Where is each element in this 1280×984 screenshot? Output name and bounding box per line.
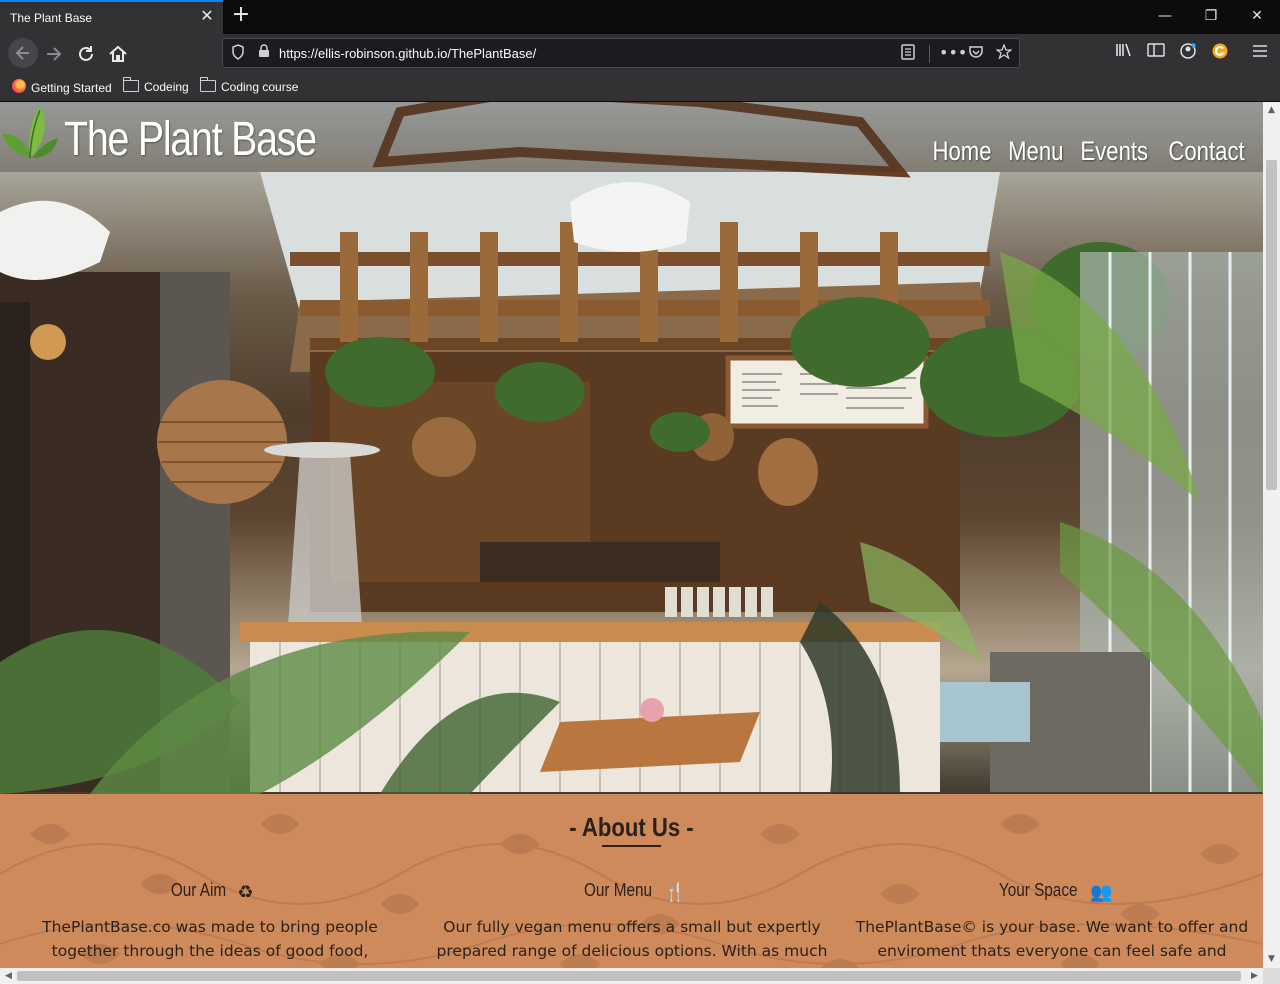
restore-icon[interactable]: ❐ <box>1201 6 1221 26</box>
vertical-scrollbar[interactable]: ▲ ▼ <box>1263 102 1280 968</box>
hero-cafe-image: The Plant Base Home Menu Events Contact <box>0 102 1263 794</box>
nav-link-home[interactable]: Home <box>932 136 991 167</box>
leaf-logo-icon[interactable] <box>0 102 58 160</box>
reload-icon <box>79 46 93 61</box>
shield-icon[interactable] <box>229 44 247 62</box>
menu-hamburger-icon[interactable] <box>1249 42 1271 64</box>
nav-toolbar: https://ellis-robinson.github.io/ThePlan… <box>0 34 1280 72</box>
horizontal-scrollbar[interactable]: ◀ ▶ <box>0 968 1263 984</box>
nav-link-events[interactable]: Events <box>1081 136 1149 167</box>
heading-underline <box>602 845 661 847</box>
back-arrow-icon <box>15 46 29 60</box>
reader-view-icon[interactable] <box>899 44 917 62</box>
page-viewport: The Plant Base Home Menu Events Contact <box>0 102 1263 968</box>
library-icon[interactable] <box>1113 42 1135 64</box>
account-icon[interactable] <box>1177 42 1199 64</box>
vertical-scroll-thumb[interactable] <box>1266 160 1277 490</box>
folder-icon <box>122 77 139 92</box>
extension-icon[interactable] <box>1209 42 1231 64</box>
bookmark-star-icon[interactable] <box>995 43 1013 62</box>
bookmark-label: Coding course <box>221 80 299 94</box>
back-button[interactable] <box>8 38 38 68</box>
site-nav: Home Menu Events Contact <box>922 136 1253 167</box>
home-button[interactable] <box>106 42 130 66</box>
url-text: https://ellis-robinson.github.io/ThePlan… <box>279 46 537 61</box>
folder-icon <box>199 77 216 92</box>
address-bar[interactable]: https://ellis-robinson.github.io/ThePlan… <box>222 38 1020 68</box>
column-title: Your Space <box>998 880 1078 900</box>
window-close-icon[interactable]: ✕ <box>1247 6 1267 26</box>
bookmark-label: Codeing <box>144 80 189 94</box>
minimize-icon[interactable]: — <box>1155 6 1175 26</box>
about-column-aim: Our Aim ♻ ThePlantBase.co was made to bri… <box>10 880 410 968</box>
about-column-menu: Our Menu 🍴 Our fully vegan menu offers a … <box>432 880 832 968</box>
cafe-interior-illustration <box>0 102 1263 794</box>
scroll-right-arrow-icon[interactable]: ▶ <box>1246 968 1263 984</box>
about-section: - About Us - Our Aim ♻ ThePlantBase.co wa… <box>0 794 1263 968</box>
about-heading: - About Us - <box>569 812 694 842</box>
about-column-space: Your Space 👥 ThePlantBase© is your base. … <box>852 880 1252 963</box>
column-text: Our fully vegan menu offers a small but … <box>436 918 828 968</box>
tab-active[interactable]: The Plant Base ✕ <box>0 0 223 34</box>
column-title: Our Menu <box>583 880 652 900</box>
bookmarks-toolbar: Getting Started Codeing Coding course <box>0 72 1280 102</box>
column-text: ThePlantBase© is your base. We want to o… <box>855 918 1249 960</box>
column-text: ThePlantBase.co was made to bring people… <box>42 918 378 968</box>
scroll-left-arrow-icon[interactable]: ◀ <box>0 968 17 984</box>
utensils-icon: 🍴 <box>663 882 687 903</box>
urlbar-separator <box>929 45 930 63</box>
tab-title: The Plant Base <box>10 11 93 25</box>
nav-link-menu[interactable]: Menu <box>1008 136 1063 167</box>
tab-strip: The Plant Base ✕ + — ❐ ✕ <box>0 0 1280 34</box>
recycle-icon: ♻ <box>237 882 254 903</box>
site-header: The Plant Base Home Menu Events Contact <box>0 102 1263 172</box>
users-icon: 👥 <box>1090 882 1113 903</box>
pocket-icon[interactable] <box>967 44 985 62</box>
bookmark-getting-started[interactable]: Getting Started <box>12 79 112 95</box>
sidebar-icon[interactable] <box>1145 42 1167 64</box>
scroll-up-arrow-icon[interactable]: ▲ <box>1263 102 1280 119</box>
firefox-icon <box>12 79 26 93</box>
scrollbar-corner <box>1263 968 1280 984</box>
lock-icon[interactable] <box>255 44 273 62</box>
bookmark-folder-coding-course[interactable]: Coding course <box>199 77 299 95</box>
forward-button[interactable] <box>42 42 66 66</box>
bookmark-folder-codeing[interactable]: Codeing <box>122 77 189 95</box>
scroll-down-arrow-icon[interactable]: ▼ <box>1263 951 1280 968</box>
horizontal-scroll-thumb[interactable] <box>17 971 1241 981</box>
close-tab-icon[interactable]: ✕ <box>199 8 215 24</box>
bookmark-label: Getting Started <box>31 81 112 95</box>
forward-arrow-icon <box>47 47 62 61</box>
page-actions-icon[interactable]: ••• <box>939 44 967 62</box>
new-tab-button[interactable]: + <box>230 4 252 26</box>
site-title[interactable]: The Plant Base <box>64 112 317 167</box>
column-title: Our Aim <box>171 880 227 900</box>
nav-link-contact[interactable]: Contact <box>1168 136 1244 167</box>
reload-button[interactable] <box>74 42 98 66</box>
home-icon <box>109 45 127 62</box>
